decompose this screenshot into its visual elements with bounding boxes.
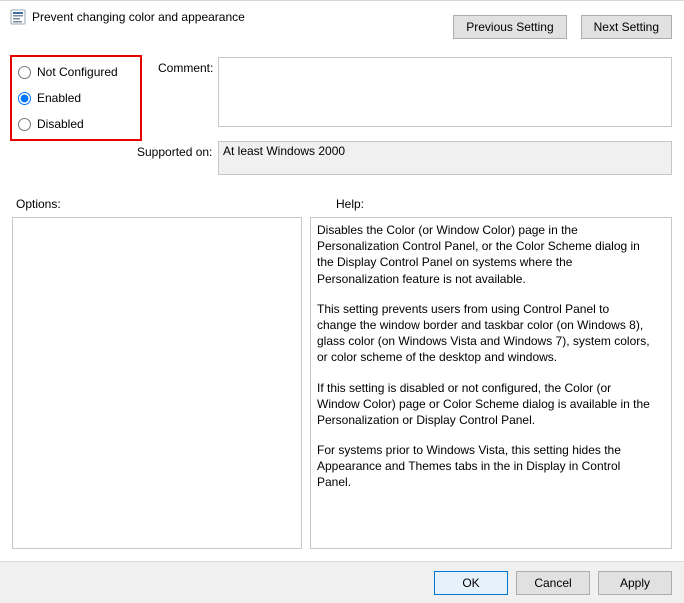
cancel-button[interactable]: Cancel	[516, 571, 590, 595]
help-paragraph: For systems prior to Windows Vista, this…	[317, 442, 651, 491]
radio-not-configured-label: Not Configured	[37, 65, 118, 79]
radio-not-configured[interactable]: Not Configured	[18, 65, 118, 79]
comment-textarea[interactable]	[218, 57, 672, 127]
dialog-footer: OK Cancel Apply	[0, 561, 684, 603]
radio-enabled-label: Enabled	[37, 91, 81, 105]
supported-on-box: At least Windows 2000	[218, 141, 672, 175]
options-panel	[12, 217, 302, 549]
help-label: Help:	[336, 197, 364, 211]
radio-disabled-input[interactable]	[18, 118, 31, 131]
radio-disabled-label: Disabled	[37, 117, 84, 131]
policy-icon	[10, 9, 26, 25]
radio-enabled-input[interactable]	[18, 92, 31, 105]
next-setting-button[interactable]: Next Setting	[581, 15, 672, 39]
state-radio-group: Not Configured Enabled Disabled	[10, 55, 142, 141]
previous-setting-button[interactable]: Previous Setting	[453, 15, 566, 39]
help-panel[interactable]: Disables the Color (or Window Color) pag…	[310, 217, 672, 549]
radio-disabled[interactable]: Disabled	[18, 117, 118, 131]
radio-enabled[interactable]: Enabled	[18, 91, 118, 105]
comment-label: Comment:	[158, 61, 213, 75]
help-paragraph: If this setting is disabled or not confi…	[317, 380, 651, 429]
ok-button[interactable]: OK	[434, 571, 508, 595]
help-paragraph: Disables the Color (or Window Color) pag…	[317, 222, 651, 287]
supported-label: Supported on:	[137, 145, 212, 159]
radio-not-configured-input[interactable]	[18, 66, 31, 79]
options-label: Options:	[16, 197, 61, 211]
apply-button[interactable]: Apply	[598, 571, 672, 595]
supported-on-text: At least Windows 2000	[223, 144, 345, 158]
policy-title: Prevent changing color and appearance	[32, 10, 245, 24]
help-paragraph: This setting prevents users from using C…	[317, 301, 651, 366]
